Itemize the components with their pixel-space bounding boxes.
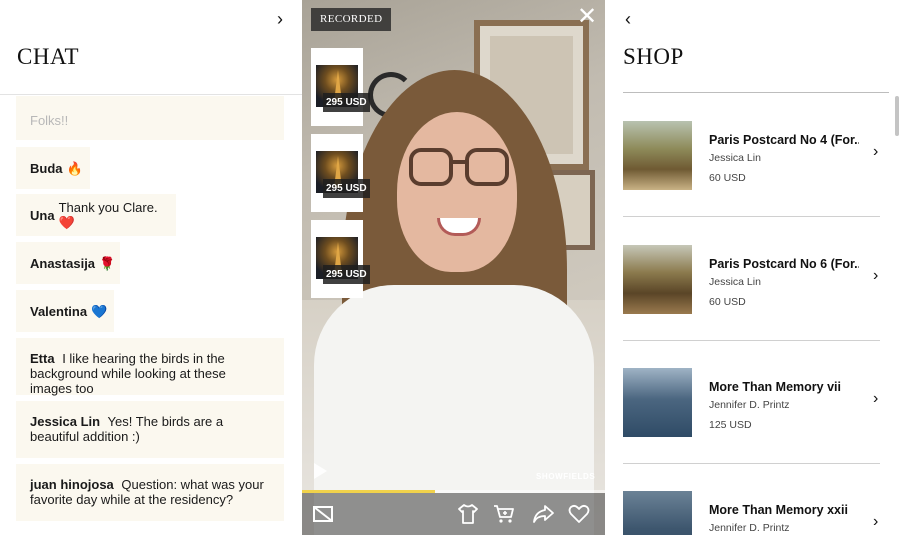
product-thumbnail[interactable]: 295 USD [311,134,370,212]
product-artist: Jennifer D. Printz [709,399,790,411]
product-image [623,368,692,437]
recorded-badge: RECORDED [311,8,392,31]
product-divider [623,340,880,341]
shop-panel: ‹ SHOP Paris Postcard No 4 (For... Jessi… [605,0,900,535]
chat-message: Buda 🔥 [16,147,90,189]
chat-divider [0,94,302,95]
product-price: 125 USD [709,419,752,431]
presenter-face [397,112,517,272]
product-name: More Than Memory xxii [709,503,848,517]
product-divider [623,216,880,217]
chat-message-author: juan hinojosa [30,477,114,492]
chat-message-list[interactable]: Folks!! Buda 🔥 Una Thank you Clare. ❤️ A… [16,96,284,535]
chat-message: Jessica Lin Yes! The birds are a beautif… [16,401,284,458]
subtitles-off-icon[interactable] [311,502,335,526]
shop-divider [623,92,889,93]
chevron-right-icon[interactable]: › [270,8,290,30]
showfields-watermark: SHOWFIELDS [536,472,596,481]
heart-icon[interactable] [567,502,591,526]
chat-message-text: Folks!! [30,113,69,128]
chat-message: Anastasija 🌹 [16,242,120,284]
product-price: 60 USD [709,296,746,308]
video-player[interactable]: RECORDED ✕ 295 USD 295 USD 295 USD SHOWF… [302,0,605,535]
chat-message-author: Una [30,207,55,223]
chat-message-text: 🔥 [66,160,83,176]
product-thumbnail-price: 295 USD [323,93,370,112]
chevron-right-icon[interactable]: › [873,143,878,161]
chevron-right-icon[interactable]: › [873,513,878,531]
product-thumbnail-price: 295 USD [323,265,370,284]
chat-message-author: Anastasija [30,255,96,271]
chat-message: juan hinojosa Question: what was your fa… [16,464,284,521]
chat-message-text: I like hearing the birds in the backgrou… [30,351,226,396]
product-card[interactable]: More Than Memory xxii Jennifer D. Printz… [623,491,880,535]
chat-message-author: Valentina [30,303,88,319]
shop-scrollbar[interactable] [895,96,899,136]
presenter-glasses [409,148,509,188]
product-artist: Jessica Lin [709,152,761,164]
chevron-right-icon[interactable]: › [873,390,878,408]
product-thumbnail-price: 295 USD [323,179,370,198]
chat-message-text: Thank you Clare. ❤️ [58,200,158,230]
chat-title: CHAT [17,44,80,69]
chat-message-author: Jessica Lin [30,414,101,429]
product-image [623,121,692,190]
product-artist: Jennifer D. Printz [709,522,790,534]
product-name: Paris Postcard No 4 (For... [709,133,859,147]
product-card[interactable]: Paris Postcard No 6 (For... Jessica Lin … [623,245,880,369]
chat-message: Etta I like hearing the birds in the bac… [16,338,284,396]
product-name: More Than Memory vii [709,380,841,394]
product-card[interactable]: Paris Postcard No 4 (For... Jessica Lin … [623,121,880,245]
shop-title: SHOP [623,44,684,69]
chat-message: Valentina 💙 [16,290,114,332]
chat-message-text: 💙 [91,303,108,319]
chat-message-author: Etta [30,351,55,366]
product-name: Paris Postcard No 6 (For... [709,257,859,271]
cart-icon[interactable] [492,502,516,526]
product-price: 60 USD [709,172,746,184]
product-thumbnail[interactable]: 295 USD [311,220,370,298]
chat-panel: › CHAT Folks!! Buda 🔥 Una Thank you Clar… [0,0,302,535]
share-icon[interactable] [531,502,555,526]
shirt-icon[interactable] [456,502,480,526]
chevron-right-icon[interactable]: › [873,267,878,285]
product-image [623,491,692,535]
product-thumbnail[interactable]: 295 USD [311,48,370,126]
play-icon[interactable] [314,463,327,479]
video-controls-bar [302,493,605,535]
product-card[interactable]: More Than Memory vii Jennifer D. Printz … [623,368,880,492]
chat-message-author: Buda [30,160,63,176]
chevron-left-icon[interactable]: ‹ [619,8,637,30]
chat-message-text: 🌹 [99,255,116,271]
close-icon[interactable]: ✕ [576,5,598,29]
product-divider [623,463,880,464]
product-artist: Jessica Lin [709,276,761,288]
product-image [623,245,692,314]
chat-message: Folks!! [16,96,284,140]
chat-message: Una Thank you Clare. ❤️ [16,194,176,236]
